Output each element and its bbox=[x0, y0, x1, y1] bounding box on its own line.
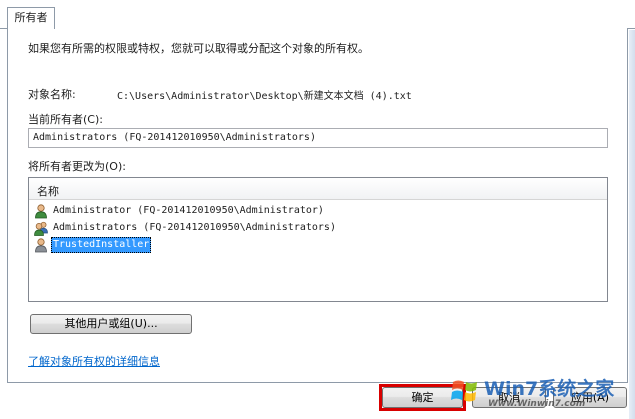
single-user-icon bbox=[35, 237, 47, 252]
object-name-value: C:\Users\Administrator\Desktop\新建文本文档 (4… bbox=[117, 91, 412, 102]
list-item-label: Administrators (FQ-201412010950\Administ… bbox=[53, 222, 336, 233]
change-owner-label: 将所有者更改为(O): bbox=[28, 160, 126, 173]
user-group-icon bbox=[34, 221, 48, 236]
list-item-label: TrustedInstaller bbox=[51, 237, 152, 253]
list-item[interactable]: Administrator (FQ-201412010950\Administr… bbox=[34, 203, 326, 219]
watermark: Win7系统之家 Www.Winwin7.com bbox=[448, 372, 635, 419]
window-edge bbox=[629, 30, 635, 419]
list-item-label: Administrator (FQ-201412010950\Administr… bbox=[53, 205, 324, 216]
current-owner-label: 当前所有者(C): bbox=[28, 113, 103, 126]
ownership-help-link[interactable]: 了解对象所有权的详细信息 bbox=[28, 353, 160, 369]
watermark-url: Www.Winwin7.com bbox=[488, 399, 586, 409]
current-owner-field[interactable]: Administrators (FQ-201412010950\Administ… bbox=[28, 128, 608, 148]
single-user-icon bbox=[35, 203, 47, 218]
column-header-name[interactable]: 名称 bbox=[29, 178, 607, 200]
description-text: 如果您有所需的权限或特权，您就可以取得或分配这个对象的所有权。 bbox=[28, 42, 369, 55]
owner-listbox[interactable]: 名称 Administrator (FQ-201412010950\Admini… bbox=[28, 177, 608, 302]
windows-logo-icon bbox=[451, 380, 477, 402]
list-item-selected[interactable]: TrustedInstaller bbox=[34, 237, 152, 253]
list-item[interactable]: Administrators (FQ-201412010950\Administ… bbox=[34, 220, 338, 236]
tab-owner[interactable]: 所有者 bbox=[7, 7, 55, 29]
watermark-title: Win7系统之家 bbox=[484, 378, 615, 400]
object-name-label: 对象名称: bbox=[28, 88, 76, 101]
other-users-button[interactable]: 其他用户或组(U)... bbox=[30, 314, 192, 334]
